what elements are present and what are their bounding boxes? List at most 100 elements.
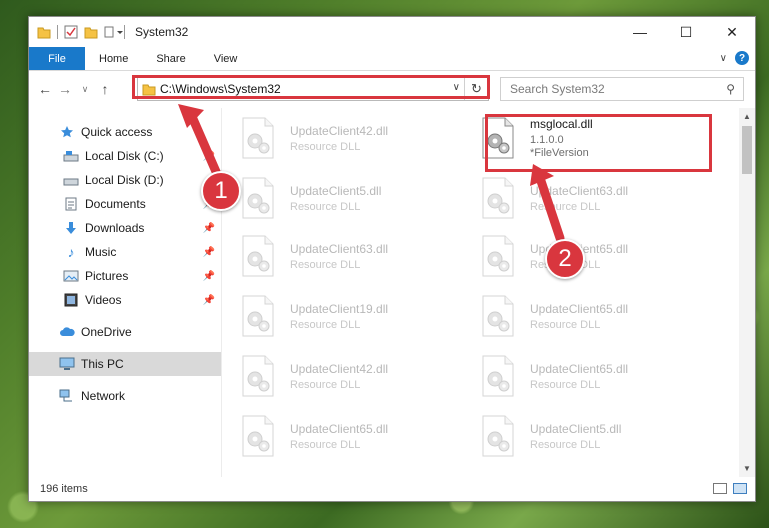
pictures-icon bbox=[63, 269, 79, 283]
videos-icon bbox=[63, 293, 79, 307]
nav-this-pc[interactable]: This PC bbox=[29, 352, 221, 376]
drive-icon bbox=[63, 149, 79, 163]
file-description: Resource DLL bbox=[290, 318, 361, 331]
nav-videos[interactable]: Videos 📌 bbox=[29, 288, 221, 312]
tiles-view-icon[interactable] bbox=[733, 483, 747, 494]
file-tile[interactable]: UpdateClient65.dll Resource DLL bbox=[222, 410, 452, 462]
help-icon[interactable]: ? bbox=[735, 51, 749, 65]
file-name: UpdateClient63.dll bbox=[290, 241, 389, 256]
file-tile[interactable]: UpdateClient65.dll Resource DLL bbox=[462, 290, 692, 342]
dll-file-icon bbox=[240, 117, 276, 159]
folder-icon bbox=[37, 25, 51, 39]
music-icon: ♪ bbox=[67, 244, 75, 260]
dll-file-icon bbox=[240, 177, 276, 219]
address-row: ← → ∨ ↑ C:\Windows\System32 ∨ ↻ Search S… bbox=[29, 71, 755, 107]
search-placeholder: Search System32 bbox=[510, 82, 605, 96]
file-tile[interactable]: UpdateClient19.dll Resource DLL bbox=[222, 290, 452, 342]
file-name: UpdateClient63.dll bbox=[530, 183, 629, 198]
file-description: Resource DLL bbox=[290, 438, 361, 451]
dll-file-icon bbox=[240, 235, 276, 277]
pin-icon[interactable]: 📌 bbox=[203, 271, 215, 282]
file-description: Resource DLL bbox=[530, 200, 601, 213]
file-tile[interactable]: UpdateClient63.dll Resource DLL bbox=[222, 230, 452, 282]
file-tile[interactable]: UpdateClient65.dll Resource DLL bbox=[462, 350, 692, 402]
nav-label: OneDrive bbox=[81, 325, 132, 339]
dll-file-icon bbox=[240, 355, 276, 397]
expand-ribbon-icon[interactable]: ∨ bbox=[720, 53, 727, 64]
customize-toolbar-icon[interactable] bbox=[104, 25, 123, 39]
file-description: Resource DLL bbox=[530, 378, 601, 391]
properties-icon[interactable] bbox=[64, 25, 78, 39]
nav-label: Documents bbox=[85, 197, 146, 211]
refresh-button[interactable]: ↻ bbox=[464, 78, 488, 100]
tab-home[interactable]: Home bbox=[85, 47, 142, 70]
pin-icon[interactable]: 📌 bbox=[203, 151, 215, 162]
scroll-up-icon[interactable]: ▲ bbox=[739, 112, 755, 121]
item-count: 196 items bbox=[40, 483, 88, 495]
chevron-down-icon[interactable]: ∨ bbox=[453, 82, 460, 93]
ribbon-tabs: File Home Share View ∨ ? bbox=[29, 47, 755, 71]
vertical-scrollbar[interactable]: ▲ ▼ bbox=[739, 108, 755, 477]
file-tile[interactable]: UpdateClient5.dll Resource DLL bbox=[462, 410, 692, 462]
file-description: Resource DLL bbox=[290, 378, 361, 391]
file-description: Resource DLL bbox=[290, 140, 361, 153]
recent-locations-button[interactable]: ∨ bbox=[75, 84, 95, 95]
file-tile[interactable]: UpdateClient5.dll Resource DLL bbox=[222, 172, 452, 224]
scroll-down-icon[interactable]: ▼ bbox=[739, 464, 755, 473]
file-tile[interactable]: UpdateClient42.dll Resource DLL bbox=[222, 350, 452, 402]
forward-button[interactable]: → bbox=[55, 81, 75, 97]
nav-label: Quick access bbox=[81, 125, 153, 139]
navigation-pane: Quick access Local Disk (C:) 📌 Local Dis… bbox=[29, 108, 222, 477]
file-name: UpdateClient65.dll bbox=[530, 361, 629, 376]
pin-icon[interactable]: 📌 bbox=[203, 247, 215, 258]
nav-pictures[interactable]: Pictures 📌 bbox=[29, 264, 221, 288]
scrollbar-thumb[interactable] bbox=[742, 126, 752, 174]
star-icon bbox=[59, 125, 75, 139]
nav-label: Downloads bbox=[85, 221, 145, 235]
dll-file-icon bbox=[480, 355, 516, 397]
up-button[interactable]: ↑ bbox=[95, 81, 115, 97]
address-path: C:\Windows\System32 bbox=[160, 82, 281, 96]
file-tile[interactable]: UpdateClient42.dll Resource DLL bbox=[222, 112, 452, 164]
tab-view[interactable]: View bbox=[200, 47, 252, 70]
nav-label: Music bbox=[85, 245, 117, 259]
file-name: UpdateClient65.dll bbox=[290, 421, 389, 436]
quick-access-toolbar bbox=[29, 25, 125, 39]
minimize-button[interactable]: — bbox=[617, 17, 663, 47]
pin-icon[interactable]: 📌 bbox=[203, 223, 215, 234]
nav-music[interactable]: ♪ Music 📌 bbox=[29, 240, 221, 264]
address-bar[interactable]: C:\Windows\System32 ∨ ↻ bbox=[137, 77, 489, 101]
dll-file-icon bbox=[480, 235, 516, 277]
file-name: UpdateClient5.dll bbox=[530, 421, 622, 436]
nav-label: Local Disk (D:) bbox=[85, 173, 164, 187]
pin-icon[interactable]: 📌 bbox=[203, 295, 215, 306]
back-button[interactable]: ← bbox=[35, 81, 55, 97]
nav-documents[interactable]: Documents 📌 bbox=[29, 192, 221, 216]
tab-share[interactable]: Share bbox=[142, 47, 199, 70]
step-badge-1: 1 bbox=[201, 171, 241, 211]
nav-quick-access[interactable]: Quick access bbox=[29, 120, 221, 144]
nav-downloads[interactable]: Downloads 📌 bbox=[29, 216, 221, 240]
nav-local-disk-c[interactable]: Local Disk (C:) 📌 bbox=[29, 144, 221, 168]
search-input[interactable]: Search System32 ⚲ bbox=[500, 77, 744, 101]
nav-local-disk-d[interactable]: Local Disk (D:) bbox=[29, 168, 221, 192]
file-name: UpdateClient5.dll bbox=[290, 183, 382, 198]
details-view-icon[interactable] bbox=[713, 483, 727, 494]
close-button[interactable]: ✕ bbox=[709, 17, 755, 47]
dll-file-icon bbox=[480, 177, 516, 219]
annotation-file-box bbox=[485, 114, 712, 172]
nav-onedrive[interactable]: OneDrive bbox=[29, 320, 221, 344]
nav-network[interactable]: Network bbox=[29, 384, 221, 408]
file-description: Resource DLL bbox=[290, 258, 361, 271]
tab-file[interactable]: File bbox=[29, 47, 85, 70]
window-controls: — ☐ ✕ bbox=[617, 17, 755, 47]
file-tile[interactable]: UpdateClient63.dll Resource DLL bbox=[462, 172, 692, 224]
nav-label: This PC bbox=[81, 357, 124, 371]
nav-label: Pictures bbox=[85, 269, 129, 283]
drive-icon bbox=[63, 173, 79, 187]
new-folder-icon[interactable] bbox=[84, 25, 98, 39]
search-icon[interactable]: ⚲ bbox=[726, 82, 735, 96]
nav-label: Network bbox=[81, 389, 126, 403]
maximize-button[interactable]: ☐ bbox=[663, 17, 709, 47]
file-name: UpdateClient19.dll bbox=[290, 301, 389, 316]
